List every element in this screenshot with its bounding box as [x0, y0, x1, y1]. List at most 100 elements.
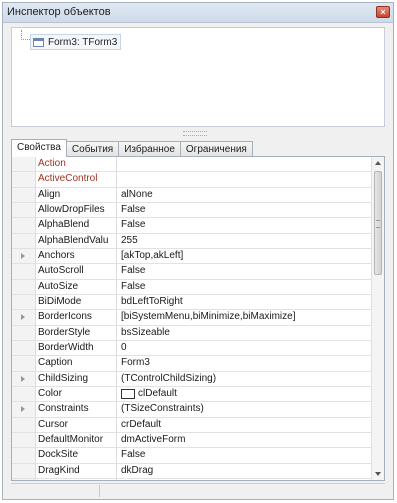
expand-arrow-icon[interactable] — [21, 375, 25, 382]
scroll-up-arrow-icon[interactable] — [375, 161, 381, 165]
column-separator[interactable] — [116, 386, 117, 402]
scroll-thumb[interactable] — [374, 171, 382, 275]
property-name: BorderWidth — [38, 341, 94, 353]
property-row[interactable]: Constraints (TSizeConstraints) — [12, 402, 373, 418]
property-row[interactable]: DragKind dkDrag — [12, 463, 373, 479]
property-value[interactable]: 0 — [121, 341, 371, 355]
row-gutter — [12, 187, 36, 202]
property-value-text: alNone — [121, 188, 153, 200]
property-value[interactable]: dkDrag — [121, 464, 371, 478]
column-separator[interactable] — [116, 248, 117, 264]
property-value-text: dkDrag — [121, 464, 154, 476]
column-separator[interactable] — [116, 432, 117, 448]
property-row[interactable]: Anchors [akTop,akLeft] — [12, 248, 373, 265]
tree-item-form3[interactable]: Form3: TForm3 — [30, 34, 122, 50]
expand-arrow-icon[interactable] — [21, 406, 25, 413]
close-button[interactable]: × — [376, 6, 390, 18]
column-separator[interactable] — [116, 417, 117, 432]
column-separator[interactable] — [116, 371, 117, 386]
inspector-tabs: Свойства События Избранное Ограничения — [11, 139, 253, 157]
tab-properties[interactable]: Свойства — [11, 139, 67, 157]
vertical-scrollbar[interactable] — [371, 157, 384, 480]
property-value[interactable]: False — [121, 218, 371, 232]
tab-events[interactable]: События — [65, 141, 120, 156]
property-row[interactable]: Cursor crDefault — [12, 417, 373, 433]
column-separator[interactable] — [116, 340, 117, 356]
column-separator[interactable] — [116, 310, 117, 325]
property-value[interactable]: 255 — [121, 234, 371, 248]
property-row[interactable]: ActiveControl — [12, 172, 373, 188]
property-row[interactable]: BiDiMode bdLeftToRight — [12, 294, 373, 311]
property-row[interactable]: BorderStyle bsSizeable — [12, 325, 373, 341]
column-separator[interactable] — [116, 463, 117, 478]
object-inspector-window: Инспектор объектов × Form3: TForm3 Свойс… — [2, 2, 394, 500]
expand-arrow-icon[interactable] — [21, 314, 25, 321]
column-separator[interactable] — [116, 325, 117, 340]
property-row[interactable]: BorderWidth 0 — [12, 340, 373, 357]
property-row[interactable]: Align alNone — [12, 187, 373, 203]
property-row[interactable]: Color clDefault — [12, 386, 373, 403]
column-separator[interactable] — [116, 157, 117, 172]
property-value[interactable]: (TControlChildSizing) — [121, 372, 371, 386]
property-rows: Action ActiveControl Align alNone AllowDropF… — [12, 157, 373, 480]
splitter[interactable] — [11, 129, 385, 137]
property-value[interactable]: bsSizeable — [121, 326, 371, 340]
property-row[interactable]: Caption Form3 — [12, 356, 373, 372]
property-value-text: False — [121, 204, 146, 216]
property-row[interactable]: ChildSizing (TControlChildSizing) — [12, 371, 373, 387]
property-value[interactable]: False — [121, 264, 371, 278]
status-divider — [99, 485, 100, 497]
property-value[interactable]: [biSystemMenu,biMinimize,biMaximize] — [121, 310, 371, 324]
property-value[interactable]: dmActiveForm — [121, 433, 371, 447]
property-name: BorderStyle — [38, 326, 91, 338]
row-gutter — [12, 463, 36, 478]
component-tree[interactable]: Form3: TForm3 — [11, 27, 385, 127]
property-value[interactable]: [akTop,akLeft] — [121, 249, 371, 263]
column-separator[interactable] — [116, 264, 117, 279]
column-separator[interactable] — [116, 402, 117, 417]
column-separator[interactable] — [116, 356, 117, 371]
property-value[interactable]: alNone — [121, 188, 371, 202]
property-row[interactable]: BorderIcons [biSystemMenu,biMinimize,biMa… — [12, 310, 373, 326]
property-value[interactable]: dmManual — [121, 479, 371, 480]
column-separator[interactable] — [116, 172, 117, 187]
property-row[interactable]: Action — [12, 157, 373, 173]
property-value[interactable] — [121, 157, 371, 171]
expand-arrow-icon[interactable] — [21, 252, 25, 259]
column-separator[interactable] — [116, 478, 117, 480]
property-value-text: 0 — [121, 342, 127, 354]
tab-restrictions[interactable]: Ограничения — [179, 141, 253, 156]
property-row[interactable]: AutoScroll False — [12, 264, 373, 280]
property-name: DockSite — [38, 449, 79, 461]
property-row[interactable]: DockSite False — [12, 448, 373, 464]
column-separator[interactable] — [116, 202, 117, 218]
thumb-grip-icon — [376, 220, 380, 228]
column-separator[interactable] — [116, 294, 117, 310]
property-value[interactable]: Form3 — [121, 356, 371, 370]
property-row[interactable]: DefaultMonitor dmActiveForm — [12, 432, 373, 449]
column-separator[interactable] — [116, 218, 117, 233]
property-value[interactable]: crDefault — [121, 418, 371, 432]
column-separator[interactable] — [116, 279, 117, 294]
column-separator[interactable] — [116, 187, 117, 202]
property-value[interactable]: False — [121, 280, 371, 294]
property-value[interactable] — [121, 172, 371, 186]
property-value[interactable]: False — [121, 203, 371, 217]
property-name: AutoSize — [38, 280, 79, 292]
property-row[interactable]: DragMode dmManual — [12, 478, 373, 480]
property-row[interactable]: AlphaBlendValu 255 — [12, 233, 373, 249]
column-separator[interactable] — [116, 448, 117, 463]
property-row[interactable]: AlphaBlend False — [12, 218, 373, 234]
property-value-text: False — [121, 219, 146, 231]
property-value[interactable]: False — [121, 448, 371, 462]
scroll-down-arrow-icon[interactable] — [375, 472, 381, 476]
property-row[interactable]: AllowDropFiles False — [12, 202, 373, 219]
column-separator[interactable] — [116, 233, 117, 248]
tab-favorites[interactable]: Избранное — [118, 141, 181, 156]
property-value[interactable]: bdLeftToRight — [121, 295, 371, 309]
property-value[interactable]: (TSizeConstraints) — [121, 402, 371, 416]
property-row[interactable]: AutoSize False — [12, 279, 373, 295]
title-bar[interactable]: Инспектор объектов × — [3, 3, 393, 23]
splitter-grip-icon — [183, 131, 207, 136]
property-value[interactable]: clDefault — [121, 387, 371, 401]
